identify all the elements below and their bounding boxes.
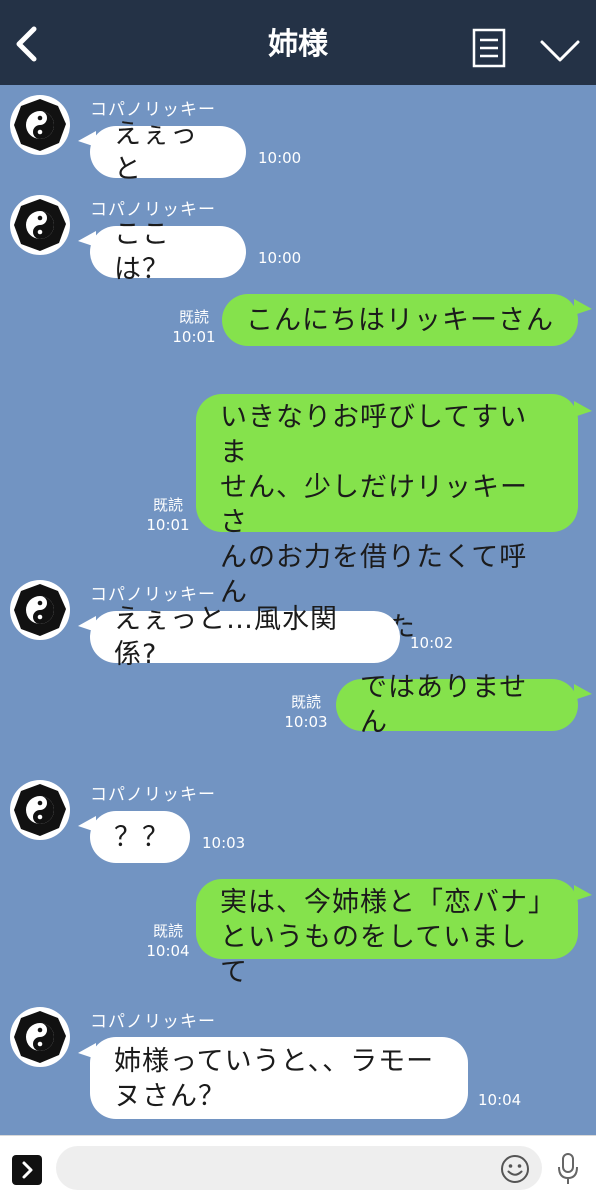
notes-button[interactable] [472,28,506,68]
bubble-tail [574,401,592,417]
chat-title: 姉様 [268,27,328,62]
message-meta: 既読 10:01 [146,495,190,535]
message-line: というものをしていまして [220,922,528,988]
message-meta: 既読 10:01 [172,307,216,347]
message-line: せん、少しだけリッキーさ [220,472,528,538]
bagua-icon [14,199,66,251]
message-text: こんにちはリッキーさん [246,304,554,336]
message-bubble-incoming[interactable]: ここは？ [90,219,246,285]
chevron-left-icon [16,26,37,62]
message-time: 10:02 [410,634,454,652]
message-input-bar [0,1135,596,1200]
read-receipt: 既読 [178,308,209,326]
bubble-tail [574,684,592,700]
message-text: ここは？ [114,219,170,285]
message-bubble-incoming[interactable]: ？？ [90,811,190,863]
menu-toggle-button[interactable] [538,34,582,68]
microphone-icon [558,1153,578,1184]
message-line: ヌさん？ [114,1081,226,1112]
message-bubble-outgoing[interactable]: こんにちはリッキーさん [222,294,578,346]
message-list[interactable]: コパノリッキー えぇっと 10:00 コパノリッキー ここは？ 10:00 既読… [0,85,596,1135]
avatar[interactable] [10,580,70,640]
bubble-tail [574,885,592,901]
read-receipt: 既読 [152,496,183,514]
chevron-right-icon [22,1161,33,1179]
message-bubble-incoming[interactable]: 姉様っていうと、、ラモー ヌさん？ [90,1037,468,1119]
bagua-icon [14,99,66,151]
avatar[interactable] [10,95,70,155]
message-bubble-outgoing[interactable]: 実は、今姉様と「恋バナ」 というものをしていまして [196,879,578,988]
expand-menu-button[interactable] [12,1155,42,1185]
avatar[interactable] [10,1007,70,1067]
message-bubble-incoming[interactable]: えぇっと [90,119,246,185]
message-time: 10:03 [202,834,246,852]
message-line: 姉様っていうと、、ラモー [114,1046,435,1077]
sender-name: コパノリッキー [90,1012,216,1032]
emoji-button[interactable] [500,1154,530,1184]
smiley-icon [501,1155,529,1183]
avatar[interactable] [10,780,70,840]
bagua-icon [14,1011,66,1063]
bagua-icon [14,784,66,836]
message-bubble-incoming[interactable]: えぇっと…風水関係? [90,604,400,670]
message-time: 10:04 [146,942,190,960]
message-meta: 既読 10:03 [284,692,328,732]
message-line: んのお力を借りたくて呼ん [220,542,528,608]
message-line: いきなりお呼びしてすいま [220,402,528,468]
message-time: 10:04 [478,1091,522,1109]
message-time: 10:00 [258,149,302,167]
microphone-button[interactable] [556,1152,580,1186]
message-bubble-outgoing[interactable]: ではありません [336,672,578,738]
message-meta: 既読 10:04 [146,921,190,961]
avatar[interactable] [10,195,70,255]
message-text: ？？ [114,821,170,853]
read-receipt: 既読 [290,693,321,711]
chat-header: 姉様 [0,0,596,85]
chevron-down-icon [540,40,580,62]
message-input[interactable] [56,1146,542,1190]
message-time: 10:03 [284,713,328,731]
read-receipt: 既読 [152,922,183,940]
message-text: ではありません [360,672,528,738]
sender-name: コパノリッキー [90,785,216,805]
message-time: 10:01 [172,328,216,346]
message-line: 実は、今姉様と「恋バナ」 [220,887,556,918]
bubble-tail [574,299,592,315]
message-text: えぇっと…風水関係? [114,604,338,670]
message-bubble-outgoing[interactable]: いきなりお呼びしてすいま せん、少しだけリッキーさ んのお力を借りたくて呼ん で… [196,394,578,643]
message-time: 10:01 [146,516,190,534]
bagua-icon [14,584,66,636]
message-text: えぇっと [114,119,198,185]
notes-icon [472,28,506,68]
back-button[interactable] [10,24,44,64]
message-time: 10:00 [258,249,302,267]
